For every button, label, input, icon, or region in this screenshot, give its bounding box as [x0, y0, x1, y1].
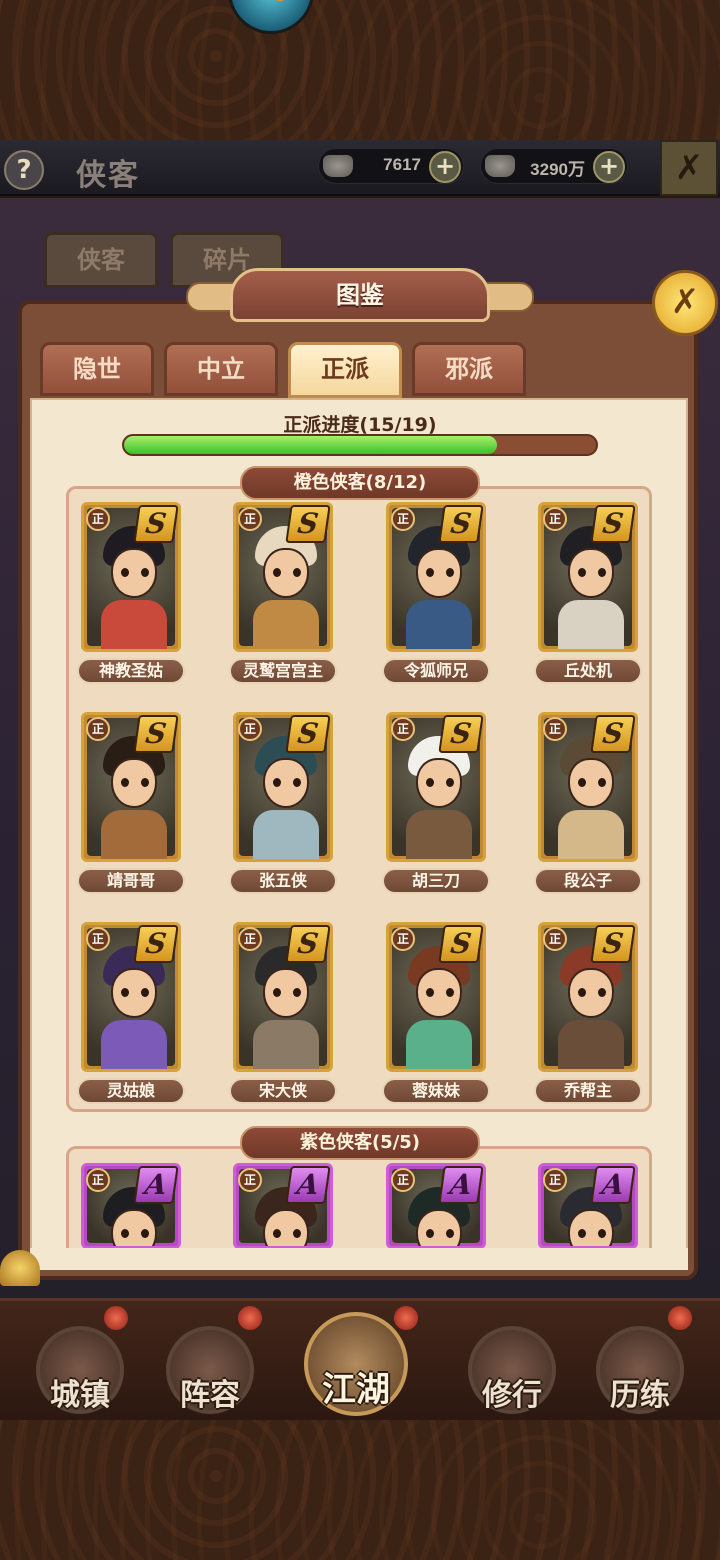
hero-card[interactable]: 正A	[233, 1163, 333, 1249]
panel-title: 图鉴	[230, 268, 490, 322]
grade-badge: S	[285, 505, 330, 543]
content-bottom-edge	[30, 1248, 688, 1270]
faction-badge: 正	[86, 927, 110, 951]
grade-badge: S	[438, 505, 483, 543]
hero-name: 令狐师兄	[382, 658, 490, 684]
faction-badge: 正	[86, 1168, 110, 1192]
hero-card[interactable]: 正S	[538, 712, 638, 862]
hero-card[interactable]: 正A	[386, 1163, 486, 1249]
nav-lineup-label: 阵容	[180, 1378, 240, 1413]
grade-badge: S	[133, 925, 178, 963]
hero-name: 靖哥哥	[77, 868, 185, 894]
hero-card[interactable]: 正S	[386, 712, 486, 862]
progress-label: 正派进度(15/19)	[283, 414, 437, 436]
grade-badge: S	[133, 715, 178, 753]
tab-neutral[interactable]: 中立	[164, 342, 278, 396]
faction-badge: 正	[543, 1168, 567, 1192]
purple-section-heading: 紫色侠客(5/5)	[240, 1126, 480, 1160]
silver-amount: 3290万	[530, 160, 585, 179]
grade-badge: S	[285, 715, 330, 753]
hero-name: 胡三刀	[382, 868, 490, 894]
progress-fill	[124, 436, 497, 454]
hero-name: 丘处机	[534, 658, 642, 684]
hero-card[interactable]: 正A	[538, 1163, 638, 1249]
faction-badge: 正	[238, 717, 262, 741]
nav-adventure-label: 历练	[610, 1378, 670, 1413]
nav-jianghu-label: 江湖	[322, 1370, 390, 1410]
header-close-button[interactable]: ✗	[660, 140, 718, 196]
nav-adventure[interactable]: 历练	[590, 1320, 690, 1416]
top-background	[0, 0, 720, 140]
hero-card[interactable]: 正S	[233, 922, 333, 1072]
top-header: ? 侠客 7617 + 3290万 + ✗	[0, 140, 720, 196]
hero-name: 神教圣姑	[77, 658, 185, 684]
hero-card[interactable]: 正S	[81, 712, 181, 862]
add-gold-button[interactable]: +	[429, 151, 461, 183]
nav-training[interactable]: 修行	[462, 1320, 562, 1416]
nav-jianghu[interactable]: 江湖	[304, 1312, 408, 1416]
grade-badge: S	[133, 505, 178, 543]
silver-ingot-icon	[485, 155, 515, 177]
hero-name: 灵鹫宫宫主	[229, 658, 337, 684]
hero-card[interactable]: 正S	[233, 712, 333, 862]
grade-badge: A	[133, 1166, 178, 1204]
faction-badge: 正	[391, 507, 415, 531]
hero-card[interactable]: 正S	[538, 502, 638, 652]
grade-badge: A	[438, 1166, 483, 1204]
grade-badge: S	[438, 925, 483, 963]
grade-badge: S	[590, 925, 635, 963]
hero-name: 宋大侠	[229, 1078, 337, 1104]
faction-badge: 正	[86, 717, 110, 741]
grade-badge: S	[590, 715, 635, 753]
close-panel-button[interactable]: ✗	[652, 270, 718, 336]
tab-hidden[interactable]: 隐世	[40, 342, 154, 396]
tab-evil[interactable]: 邪派	[412, 342, 526, 396]
faction-badge: 正	[543, 507, 567, 531]
progress-bar	[122, 434, 598, 456]
nav-lineup[interactable]: 阵容	[160, 1320, 260, 1416]
grade-badge: S	[590, 505, 635, 543]
hero-card[interactable]: 正S	[81, 922, 181, 1072]
hero-card[interactable]: 正S	[538, 922, 638, 1072]
faction-badge: 正	[238, 507, 262, 531]
gold-amount: 7617	[383, 155, 421, 174]
hero-name: 乔帮主	[534, 1078, 642, 1104]
faction-badge: 正	[238, 927, 262, 951]
faction-badge: 正	[543, 717, 567, 741]
orange-section-heading: 橙色侠客(8/12)	[240, 466, 480, 500]
faction-badge: 正	[543, 927, 567, 951]
hero-card[interactable]: 正S	[81, 502, 181, 652]
grade-badge: A	[590, 1166, 635, 1204]
grade-badge: S	[285, 925, 330, 963]
faction-badge: 正	[391, 717, 415, 741]
hero-card[interactable]: 正S	[233, 502, 333, 652]
tab-heroes[interactable]: 侠客	[44, 232, 158, 288]
faction-badge: 正	[391, 1168, 415, 1192]
tab-righteous[interactable]: 正派	[288, 342, 402, 398]
hero-name: 张五侠	[229, 868, 337, 894]
nav-town-label: 城镇	[50, 1378, 110, 1413]
faction-badge: 正	[86, 507, 110, 531]
faction-badge: 正	[391, 927, 415, 951]
grade-badge: S	[438, 715, 483, 753]
hero-card[interactable]: 正A	[81, 1163, 181, 1249]
hero-card[interactable]: 正S	[386, 922, 486, 1072]
nav-town[interactable]: 城镇	[30, 1320, 130, 1416]
bottom-background	[0, 1420, 720, 1560]
header-title: 侠客	[76, 158, 140, 193]
hero-name: 灵姑娘	[77, 1078, 185, 1104]
grade-badge: A	[285, 1166, 330, 1204]
nav-training-label: 修行	[482, 1378, 542, 1413]
hero-name: 段公子	[534, 868, 642, 894]
cloud-ornament-icon	[0, 1250, 40, 1286]
faction-badge: 正	[238, 1168, 262, 1192]
hero-card[interactable]: 正S	[386, 502, 486, 652]
gold-ingot-icon	[323, 155, 353, 177]
add-silver-button[interactable]: +	[593, 151, 625, 183]
hero-name: 蓉妹妹	[382, 1078, 490, 1104]
help-button[interactable]: ?	[4, 150, 44, 190]
silver-currency: 3290万 +	[480, 148, 628, 184]
gold-currency: 7617 +	[318, 148, 464, 184]
